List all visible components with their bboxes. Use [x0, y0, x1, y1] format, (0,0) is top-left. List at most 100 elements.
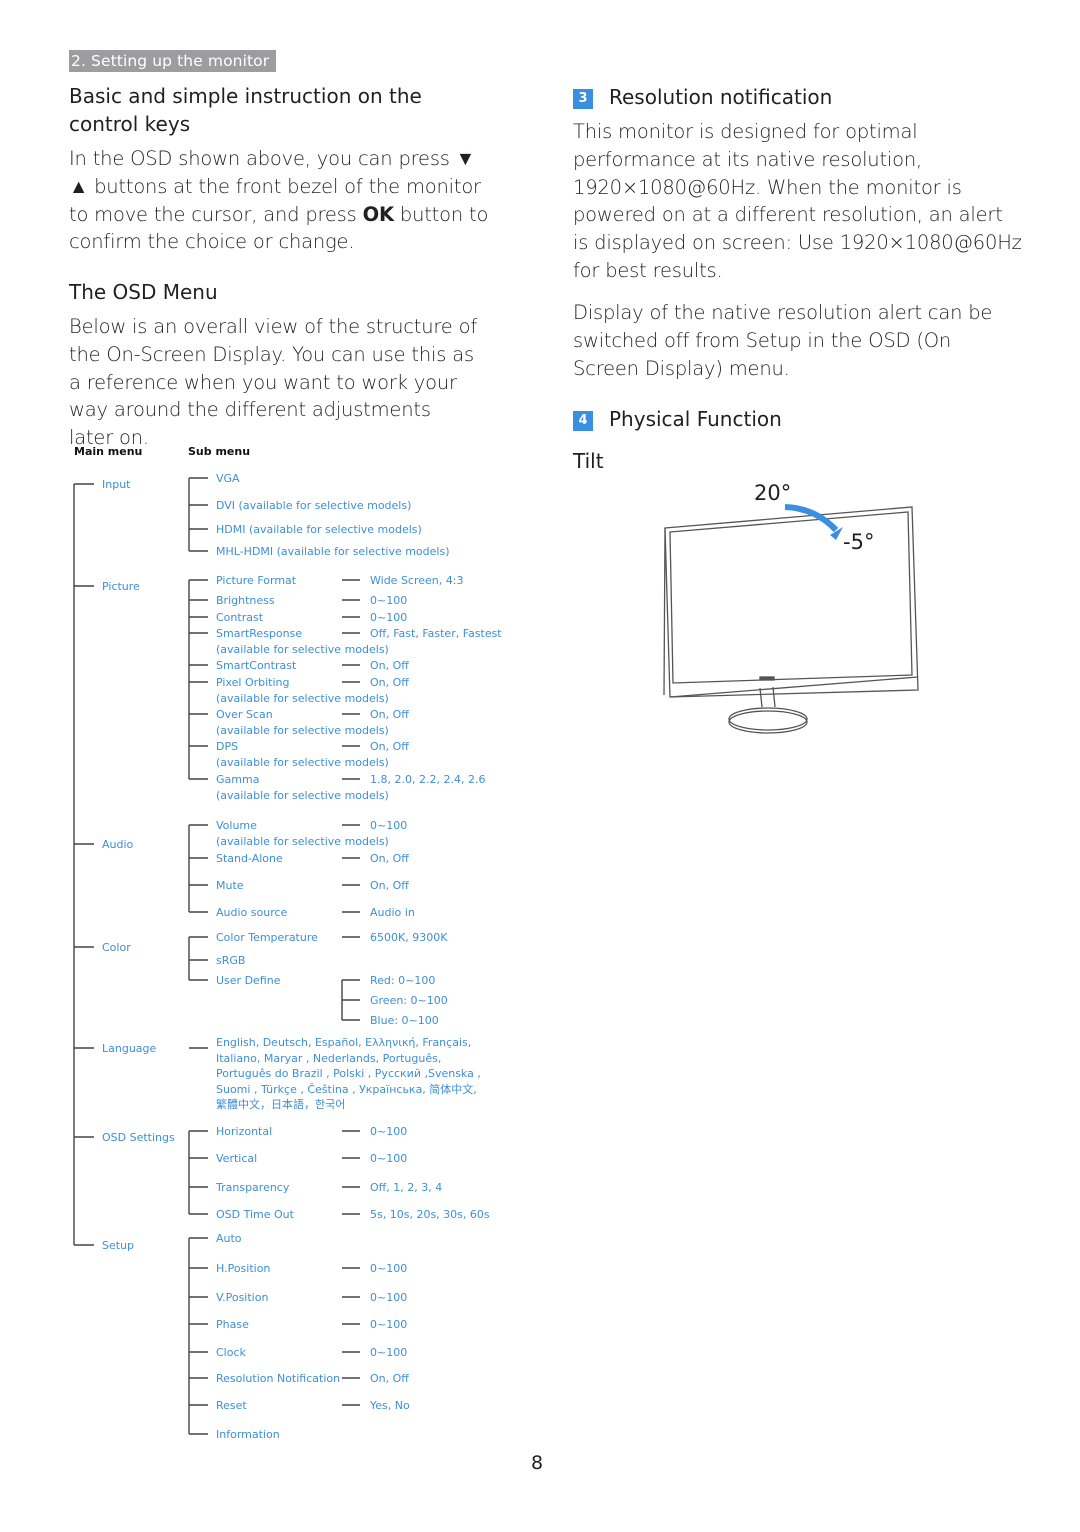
section-4-badge: 4: [573, 411, 593, 431]
keys-line-1: In the OSD shown above, you can press ▼: [69, 147, 475, 170]
language-list-line: English, Deutsch, Español, Ελληνική, Fra…: [216, 1036, 472, 1049]
picture-sub-value: Off, Fast, Faster, Fastest: [370, 627, 502, 640]
control-keys-paragraph: In the OSD shown above, you can press ▼ …: [69, 145, 489, 256]
picture-sub-value: 1.8, 2.0, 2.2, 2.4, 2.6: [370, 773, 486, 786]
picture-sub-item: Pixel Orbiting: [216, 676, 290, 689]
column-header-main-menu: Main menu: [74, 445, 143, 458]
picture-sub-value: Wide Screen, 4:3: [370, 574, 464, 587]
osd-sub-value: 0~100: [370, 1152, 408, 1165]
picture-sub-item: Contrast: [216, 611, 264, 624]
color-sub-item: User Define: [216, 974, 281, 987]
picture-sub-value: On, Off: [370, 676, 409, 689]
setup-sub-value: 0~100: [370, 1291, 408, 1304]
picture-sub-note: (available for selective models): [216, 724, 389, 737]
audio-sub-item: Stand-Alone: [216, 852, 283, 865]
color-sub-item: Color Temperature: [216, 931, 318, 944]
color-sub-item: sRGB: [216, 954, 246, 967]
column-header-sub-menu: Sub menu: [188, 445, 251, 458]
main-menu-item-audio: Audio: [102, 838, 134, 851]
picture-sub-value: 0~100: [370, 594, 408, 607]
page-number: 8: [531, 1452, 544, 1474]
picture-sub-item: DPS: [216, 740, 239, 753]
setup-sub-item: Reset: [216, 1399, 247, 1412]
heading-control-keys: Basic and simple instruction on the cont…: [69, 84, 422, 136]
osd-sub-item: Horizontal: [216, 1125, 273, 1138]
section-3-badge: 3: [573, 89, 593, 109]
section-3-title: Resolution notification: [609, 85, 833, 109]
input-sub-item: VGA: [216, 472, 240, 485]
audio-sub-value: On, Off: [370, 852, 409, 865]
setup-sub-item: Phase: [216, 1318, 249, 1331]
main-menu-item-setup: Setup: [102, 1239, 135, 1252]
tilt-min-label: -5°: [843, 530, 875, 554]
picture-sub-note: (available for selective models): [216, 643, 389, 656]
language-list-line: Italiano, Maryar , Nederlands, Português…: [216, 1051, 442, 1065]
setup-sub-value: 0~100: [370, 1318, 408, 1331]
picture-sub-item: Gamma: [216, 773, 260, 786]
input-sub-item: DVI (available for selective models): [216, 499, 412, 512]
audio-sub-item: Audio source: [216, 906, 288, 919]
picture-sub-value: 0~100: [370, 611, 408, 624]
main-menu-item-language: Language: [102, 1042, 157, 1055]
setup-sub-value: On, Off: [370, 1372, 409, 1385]
picture-sub-value: On, Off: [370, 740, 409, 753]
resolution-paragraph-2: Display of the native resolution alert c…: [573, 301, 993, 380]
setup-sub-item: Auto: [216, 1232, 242, 1245]
setup-sub-item: V.Position: [216, 1291, 269, 1304]
setup-sub-item: Clock: [216, 1346, 246, 1359]
picture-sub-item: Over Scan: [216, 708, 273, 721]
audio-sub-item: Mute: [216, 879, 244, 892]
main-menu-item-color: Color: [102, 941, 131, 954]
language-list-line: Português do Brazil , Polski , Русский ,…: [216, 1067, 481, 1081]
picture-sub-note: (available for selective models): [216, 756, 389, 769]
audio-sub-item: Volume: [216, 819, 257, 832]
audio-sub-value: On, Off: [370, 879, 409, 892]
ok-key-label: OK: [362, 202, 394, 226]
input-sub-item: MHL-HDMI (available for selective models…: [216, 545, 450, 558]
setup-sub-item: Resolution Notification: [216, 1372, 341, 1385]
keys-line-3: to move the cursor, and press OK button …: [69, 201, 489, 229]
osd-sub-item: Transparency: [216, 1181, 290, 1194]
monitor-tilt-illustration: 20° -5°: [650, 475, 930, 745]
keys-line-2: ▲ buttons at the front bezel of the moni…: [69, 174, 481, 198]
keys-line-3-post: button to: [393, 202, 489, 226]
section-4-heading: 4 Physical Function: [573, 405, 782, 433]
audio-sub-value: 0~100: [370, 819, 408, 832]
keys-line-4: confirm the choice or change.: [69, 230, 355, 254]
tilt-max-label: 20°: [754, 481, 792, 505]
setup-sub-value: Yes, No: [370, 1399, 410, 1412]
picture-sub-note: (available for selective models): [216, 789, 389, 802]
osd-menu-paragraph: Below is an overall view of the structur…: [69, 315, 477, 450]
picture-sub-item: SmartContrast: [216, 659, 297, 672]
picture-sub-item: Brightness: [216, 594, 275, 607]
picture-sub-value: On, Off: [370, 708, 409, 721]
tilt-heading: Tilt: [573, 449, 604, 473]
user-define-value: Red: 0~100: [370, 974, 436, 987]
monitor-screen-outline: [669, 511, 913, 684]
osd-sub-item: Vertical: [216, 1152, 258, 1165]
main-menu-item-picture: Picture: [102, 580, 140, 593]
audio-sub-note: (available for selective models): [216, 835, 389, 848]
osd-sub-value: Off, 1, 2, 3, 4: [370, 1181, 443, 1194]
heading-osd-menu: The OSD Menu: [69, 280, 218, 304]
osd-sub-value: 5s, 10s, 20s, 30s, 60s: [370, 1208, 490, 1221]
picture-sub-item: Picture Format: [216, 574, 297, 587]
user-define-value: Green: 0~100: [370, 994, 448, 1007]
setup-sub-value: 0~100: [370, 1346, 408, 1359]
picture-sub-value: On, Off: [370, 659, 409, 672]
language-list-line: Suomi , Türkçe , Čeština , Українська, 简…: [216, 1082, 477, 1096]
setup-sub-value: 0~100: [370, 1262, 408, 1275]
main-menu-item-input: Input: [102, 478, 131, 491]
user-define-value: Blue: 0~100: [370, 1014, 439, 1027]
setup-sub-item: Information: [216, 1428, 280, 1441]
picture-sub-item: SmartResponse: [216, 627, 303, 640]
resolution-paragraph-1: This monitor is designed for optimal per…: [573, 120, 1022, 282]
section-4-title: Physical Function: [609, 407, 782, 431]
input-sub-item: HDMI (available for selective models): [216, 523, 422, 536]
picture-sub-note: (available for selective models): [216, 692, 389, 705]
keys-line-3-pre: to move the cursor, and press: [69, 202, 363, 226]
audio-sub-value: Audio in: [370, 906, 415, 919]
setup-sub-item: H.Position: [216, 1262, 271, 1275]
monitor-bezel-outline: [664, 506, 919, 698]
monitor-drawing: [663, 504, 919, 734]
